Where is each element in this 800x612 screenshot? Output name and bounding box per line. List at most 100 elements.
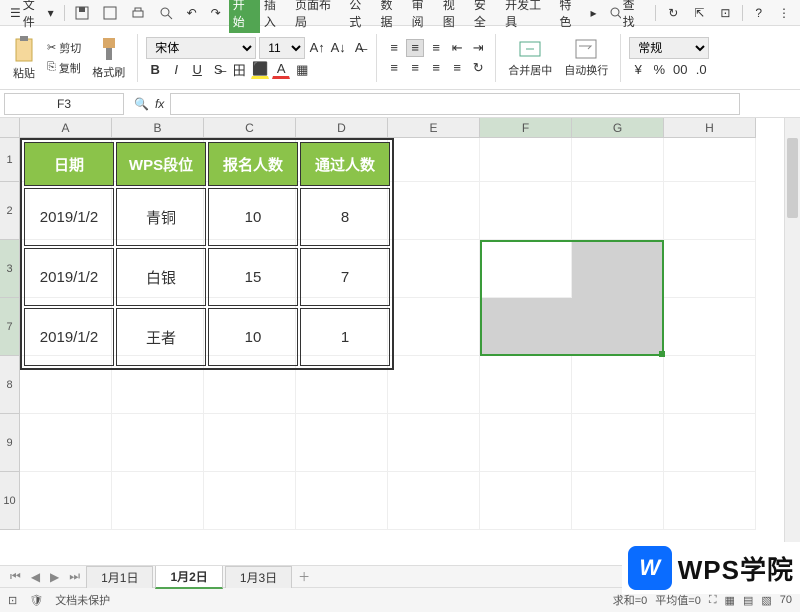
align-middle-icon[interactable]: ≡ (406, 39, 424, 57)
scrollbar-thumb[interactable] (787, 138, 798, 218)
row-2[interactable]: 2 (0, 182, 20, 240)
underline-button[interactable]: U (188, 61, 206, 79)
table-row[interactable]: 2019/1/2青铜108 (24, 188, 390, 246)
bold-button[interactable]: B (146, 61, 164, 79)
fill-color-button[interactable]: ⬛ (251, 61, 269, 79)
table-row[interactable]: 2019/1/2白银157 (24, 248, 390, 306)
merge-center-button[interactable]: 合并居中 (504, 36, 556, 80)
tab-view[interactable]: 视图 (439, 0, 470, 33)
col-f[interactable]: F (480, 118, 572, 138)
vertical-scrollbar[interactable] (784, 118, 800, 565)
tab-last-icon[interactable]: ⏭ (65, 569, 84, 584)
col-b[interactable]: B (112, 118, 204, 138)
tab-security[interactable]: 安全 (470, 0, 501, 33)
col-g[interactable]: G (572, 118, 664, 138)
undo-icon[interactable]: ↶ (181, 4, 203, 22)
justify-icon[interactable]: ≡ (448, 59, 466, 77)
tab-special[interactable]: 特色 (555, 0, 586, 33)
col-h[interactable]: H (664, 118, 756, 138)
format-painter-button[interactable]: 格式刷 (88, 34, 129, 82)
indent-decrease-icon[interactable]: ⇤ (448, 39, 466, 57)
font-name-select[interactable]: 宋体 (146, 37, 256, 59)
status-sum: 求和=0 (613, 592, 648, 608)
tab-more[interactable]: ▸ (587, 3, 601, 23)
help-icon[interactable]: ? (749, 4, 768, 22)
row-3[interactable]: 3 (0, 240, 20, 298)
clear-format-icon[interactable]: A̶ (350, 39, 368, 57)
sheet-tab[interactable]: 1月3日 (225, 566, 292, 588)
border-button[interactable]: 田 (230, 61, 248, 79)
decimal-inc-icon[interactable]: .0 (692, 61, 710, 79)
view-break-icon[interactable]: ▧ (761, 594, 771, 607)
save-icon[interactable] (69, 4, 95, 22)
orientation-icon[interactable]: ↻ (469, 59, 487, 77)
row-9[interactable]: 9 (0, 414, 20, 472)
strikethrough-button[interactable]: S̶ (209, 61, 227, 79)
percent-icon[interactable]: % (650, 61, 668, 79)
increase-font-icon[interactable]: A↑ (308, 39, 326, 57)
tab-prev-icon[interactable]: ◀ (27, 570, 44, 584)
font-size-select[interactable]: 11 (259, 37, 305, 59)
formula-input[interactable] (170, 93, 740, 115)
zoom-to-cell-icon[interactable]: 🔍 (134, 97, 149, 111)
name-box[interactable]: F3 (4, 93, 124, 115)
wps-logo-icon: W (628, 546, 672, 590)
auto-wrap-button[interactable]: 自动换行 (560, 36, 612, 80)
italic-button[interactable]: I (167, 61, 185, 79)
search-button[interactable]: 查找 (603, 0, 650, 32)
tab-first-icon[interactable]: ⏮ (6, 569, 25, 584)
table-row[interactable]: 2019/1/2王者101 (24, 308, 390, 366)
view-normal-icon[interactable]: ▦ (725, 594, 735, 607)
align-bottom-icon[interactable]: ≡ (427, 39, 445, 57)
fullscreen-icon[interactable]: ⛶ (709, 594, 717, 607)
save-as-icon[interactable] (97, 4, 123, 22)
col-e[interactable]: E (388, 118, 480, 138)
font-color-button[interactable]: A (272, 61, 290, 79)
currency-icon[interactable]: ¥ (629, 61, 647, 79)
zoom-value[interactable]: 70 (780, 594, 792, 606)
sheet-tab-active[interactable]: 1月2日 (155, 565, 222, 589)
tab-layout[interactable]: 页面布局 (291, 0, 345, 33)
row-1[interactable]: 1 (0, 138, 20, 182)
row-8[interactable]: 8 (0, 356, 20, 414)
print-icon[interactable] (125, 4, 151, 22)
paste-button[interactable]: 粘贴 (8, 33, 40, 83)
tab-insert[interactable]: 插入 (260, 0, 291, 33)
sync-icon[interactable]: ↻ (662, 4, 684, 22)
tab-review[interactable]: 审阅 (408, 0, 439, 33)
main-menu-button[interactable]: ☰ 文件 ▾ (4, 0, 60, 32)
align-top-icon[interactable]: ≡ (385, 39, 403, 57)
redo-icon[interactable]: ↷ (205, 4, 227, 22)
select-all-corner[interactable] (0, 118, 20, 138)
indent-increase-icon[interactable]: ⇥ (469, 39, 487, 57)
row-7[interactable]: 7 (0, 298, 20, 356)
ribbon-tabs: 开始 插入 页面布局 公式 数据 审阅 视图 安全 开发工具 特色 ▸ (229, 0, 601, 33)
align-left-icon[interactable]: ≡ (385, 59, 403, 77)
tab-devtools[interactable]: 开发工具 (501, 0, 555, 33)
fx-label[interactable]: fx (155, 97, 164, 111)
copy-button[interactable]: ⎘复制 (44, 59, 84, 77)
align-center-icon[interactable]: ≡ (406, 59, 424, 77)
menu-bar: ☰ 文件 ▾ ↶ ↷ 开始 插入 页面布局 公式 数据 审阅 视图 安全 开发工… (0, 0, 800, 26)
print-preview-icon[interactable] (153, 4, 179, 22)
col-d[interactable]: D (296, 118, 388, 138)
col-a[interactable]: A (20, 118, 112, 138)
history-icon[interactable]: ⊡ (714, 4, 736, 22)
tab-data[interactable]: 数据 (376, 0, 407, 33)
col-c[interactable]: C (204, 118, 296, 138)
view-page-icon[interactable]: ▤ (743, 594, 753, 607)
tab-start[interactable]: 开始 (229, 0, 260, 33)
comma-icon[interactable]: 00 (671, 61, 689, 79)
phonetic-icon[interactable]: ▦ (293, 61, 311, 79)
more-icon[interactable]: ⋮ (772, 4, 796, 22)
tab-next-icon[interactable]: ▶ (46, 570, 63, 584)
sheet-tab[interactable]: 1月1日 (86, 566, 153, 588)
add-sheet-button[interactable]: ＋ (294, 568, 314, 585)
share-icon[interactable]: ⇱ (688, 4, 710, 22)
align-right-icon[interactable]: ≡ (427, 59, 445, 77)
number-format-select[interactable]: 常规 (629, 37, 709, 59)
cut-button[interactable]: ✂剪切 (44, 39, 84, 57)
decrease-font-icon[interactable]: A↓ (329, 39, 347, 57)
tab-formula[interactable]: 公式 (345, 0, 376, 33)
row-10[interactable]: 10 (0, 472, 20, 530)
